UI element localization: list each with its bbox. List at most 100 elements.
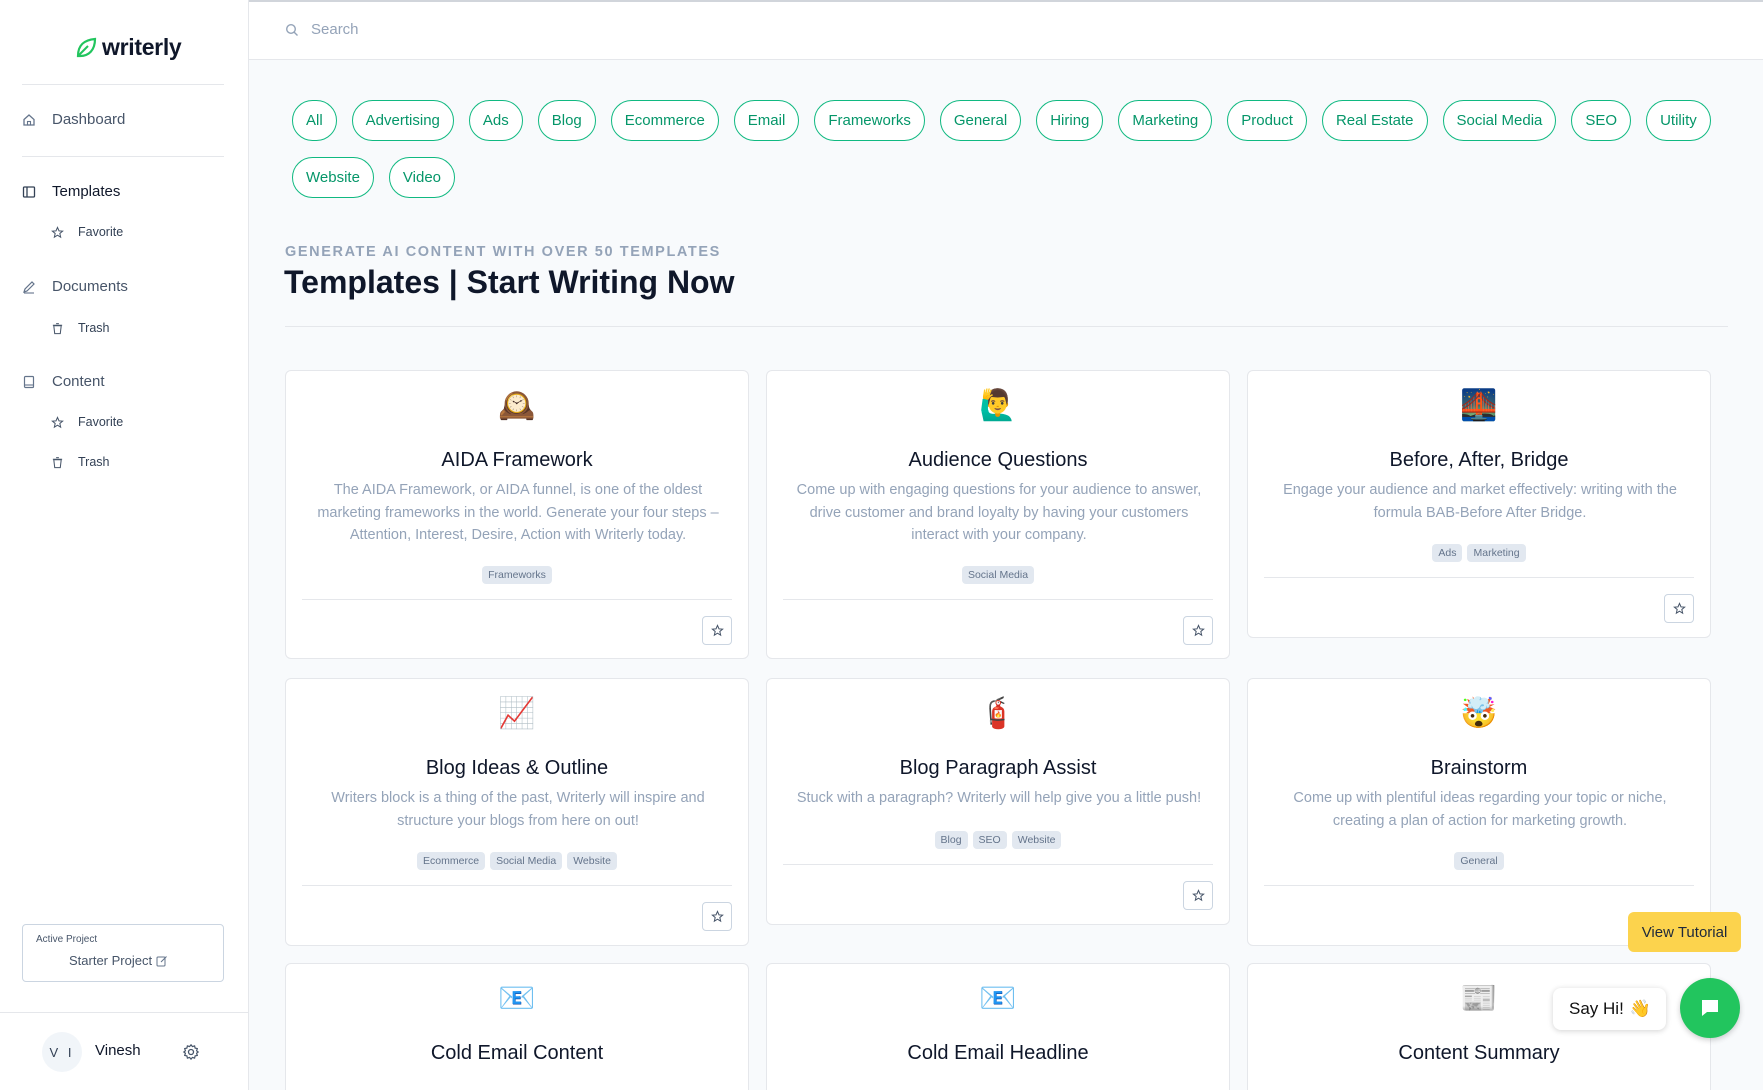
template-title: Cold Email Headline [907, 1042, 1089, 1064]
template-tags: General [1248, 852, 1710, 870]
page-title: Templates | Start Writing Now [284, 264, 735, 300]
trash-icon [52, 456, 63, 468]
category-chip[interactable]: SEO [1571, 100, 1632, 141]
trash-icon [52, 322, 63, 334]
sidebar-footer-divider [0, 1012, 249, 1013]
template-card[interactable]: 🌉 Before, After, Bridge Engage your audien… [1247, 370, 1711, 638]
search-bar[interactable]: Search [285, 21, 359, 38]
template-emoji-icon: 🧯 [979, 696, 1017, 731]
category-chip[interactable]: Advertising [351, 100, 454, 141]
leaf-icon [76, 37, 97, 57]
template-description: Come up with engaging questions for your… [796, 482, 1202, 543]
nav-trash-label: Trash [78, 455, 110, 469]
template-card[interactable]: 📧 Cold Email Content [285, 963, 749, 1090]
header-divider [285, 326, 1728, 327]
template-title: Cold Email Content [430, 1042, 604, 1064]
card-divider [1264, 885, 1694, 886]
favorite-button[interactable] [702, 902, 732, 931]
search-input[interactable]: Search [311, 21, 359, 38]
nav-templates-favorite[interactable]: Favorite [51, 225, 123, 239]
page-eyebrow: GENERATE AI CONTENT WITH OVER 50 TEMPLAT… [285, 244, 721, 260]
edit-icon[interactable] [156, 955, 168, 967]
template-card[interactable]: 📈 Blog Ideas & Outline Writers block is a … [285, 678, 749, 946]
template-description: Come up with plentiful ideas regarding y… [1293, 790, 1667, 829]
template-emoji-icon: 📈 [498, 696, 536, 731]
category-chip[interactable]: Ads [468, 100, 523, 141]
top-bar: Search [249, 0, 1763, 60]
brand-logo[interactable]: writerly [74, 34, 182, 61]
favorite-button[interactable] [1664, 594, 1694, 623]
star-icon [710, 910, 724, 923]
category-chip[interactable]: Website [292, 157, 374, 198]
nav-content-trash[interactable]: Trash [51, 455, 110, 469]
template-title: Before, After, Bridge [1389, 449, 1569, 471]
card-divider [783, 599, 1213, 600]
template-card[interactable]: 📧 Cold Email Headline [766, 963, 1230, 1090]
favorite-button[interactable] [1183, 881, 1213, 910]
say-hi-bubble[interactable]: Say Hi! 👋 [1553, 988, 1666, 1030]
template-tag: Ecommerce [417, 852, 486, 870]
avatar[interactable]: V I [42, 1032, 82, 1072]
pencil-icon [23, 280, 35, 294]
template-card[interactable]: 🕰️ AIDA Framework The AIDA Framework, or A… [285, 370, 749, 659]
template-emoji-icon: 🤯 [1460, 696, 1498, 731]
star-icon [710, 624, 724, 637]
template-tag: Website [1011, 831, 1062, 849]
nav-documents-trash[interactable]: Trash [51, 321, 110, 335]
star-icon [1191, 624, 1205, 637]
category-chip[interactable]: All [292, 100, 337, 141]
card-divider [302, 599, 732, 600]
nav-dashboard-label: Dashboard [52, 111, 126, 128]
columns-icon [22, 185, 36, 198]
sidebar-divider [22, 84, 224, 85]
home-icon [23, 113, 35, 126]
active-project-name[interactable]: Starter Project [69, 953, 168, 968]
search-icon [285, 23, 298, 36]
template-description: Writers block is a thing of the past, Wr… [331, 790, 705, 829]
template-card[interactable]: 🧯 Blog Paragraph Assist Stuck with a parag… [766, 678, 1230, 925]
template-title: AIDA Framework [441, 449, 593, 471]
template-tag: General [1454, 852, 1504, 870]
template-title: Brainstorm [1430, 757, 1528, 779]
category-chip[interactable]: Video [388, 157, 456, 198]
template-tag: Ads [1432, 544, 1463, 562]
template-card[interactable]: 🤯 Brainstorm Come up with plentiful ideas … [1247, 678, 1711, 946]
chat-button[interactable] [1680, 978, 1740, 1038]
category-chip[interactable]: Social Media [1442, 100, 1557, 141]
template-tags: Social Media [767, 566, 1229, 584]
star-icon [1191, 889, 1205, 902]
user-name: Vinesh [95, 1042, 141, 1059]
favorite-button[interactable] [702, 616, 732, 645]
wave-emoji: 👋 [1629, 999, 1651, 1019]
star-icon [51, 415, 64, 428]
category-chip[interactable]: Utility [1646, 100, 1711, 141]
category-chip[interactable]: Frameworks [814, 100, 925, 141]
category-chip[interactable]: Marketing [1118, 100, 1213, 141]
gear-icon[interactable] [182, 1043, 200, 1061]
template-card[interactable]: 🙋‍♂️ Audience Questions Come up with engag… [766, 370, 1230, 659]
template-description: Stuck with a paragraph? Writerly will he… [796, 790, 1202, 806]
category-chip[interactable]: Blog [537, 100, 596, 141]
view-tutorial-button[interactable]: View Tutorial [1628, 912, 1741, 952]
nav-documents[interactable]: Documents [22, 278, 128, 295]
nav-trash-label: Trash [78, 321, 110, 335]
category-chip[interactable]: Hiring [1036, 100, 1104, 141]
template-description: The AIDA Framework, or AIDA funnel, is o… [317, 482, 719, 543]
nav-favorite-label: Favorite [78, 225, 124, 239]
category-chip[interactable]: General [939, 100, 1022, 141]
card-divider [783, 864, 1213, 865]
category-chip[interactable]: Product [1227, 100, 1307, 141]
nav-content-favorite[interactable]: Favorite [51, 415, 123, 429]
category-chip[interactable]: Real Estate [1321, 100, 1428, 141]
favorite-button[interactable] [1183, 616, 1213, 645]
nav-templates[interactable]: Templates [22, 183, 120, 200]
template-tag: Website [567, 852, 617, 870]
template-tags: Ecommerce Social Media Website [286, 852, 748, 870]
active-project-box[interactable]: Active Project Starter Project [22, 924, 224, 982]
category-chip[interactable]: Ecommerce [610, 100, 719, 141]
nav-dashboard[interactable]: Dashboard [22, 111, 125, 128]
nav-content[interactable]: Content [22, 373, 105, 390]
category-chip[interactable]: Email [733, 100, 800, 141]
nav-templates-label: Templates [52, 183, 121, 200]
star-icon [1672, 602, 1686, 615]
